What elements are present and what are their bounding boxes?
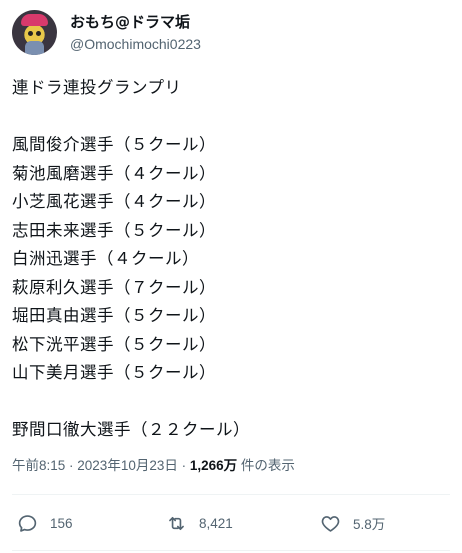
- divider: [12, 494, 450, 495]
- player-line: 志田未来選手（５クール）: [12, 220, 216, 240]
- tweet-time[interactable]: 午前8:15: [12, 458, 65, 473]
- retweet-count: 8,421: [199, 515, 233, 531]
- view-count-suffix[interactable]: 件の表示: [237, 458, 295, 473]
- retweet-button[interactable]: 8,421: [166, 505, 233, 541]
- tweet-title-line: 連ドラ連投グランプリ: [12, 78, 182, 97]
- retweet-icon: [169, 516, 184, 530]
- avatar-eye: [28, 31, 33, 36]
- avatar-cap: [21, 14, 48, 26]
- divider: [12, 550, 450, 551]
- player-line: 白洲迅選手（４クール）: [12, 249, 199, 268]
- player-line: 小芝風花選手（４クール）: [12, 192, 216, 211]
- meta-separator: ·: [177, 458, 190, 473]
- tweet-meta: 午前8:15 · 2023年10月23日 · 1,266万 件の表示: [12, 456, 295, 476]
- meta-separator: ·: [65, 458, 78, 473]
- tweet-header: おもち@ドラマ垢 @Omochimochi0223: [12, 10, 452, 58]
- reply-button[interactable]: 156: [17, 505, 73, 541]
- tweet-text: 連ドラ連投グランプリ 風間俊介選手（５クール） 菊池風磨選手（４クール） 小芝風…: [12, 74, 452, 445]
- heart-icon: [321, 515, 340, 532]
- reply-icon: [18, 514, 37, 532]
- player-line: 山下美月選手（５クール）: [12, 363, 216, 382]
- reply-count: 156: [50, 515, 73, 531]
- like-button[interactable]: 5.8万: [320, 505, 385, 541]
- player-line: 堀田真由選手（５クール）: [12, 306, 216, 325]
- view-count[interactable]: 1,266万: [190, 458, 237, 473]
- avatar-eye: [36, 31, 41, 36]
- player-line: 萩原利久選手（７クール）: [12, 277, 216, 297]
- user-handle[interactable]: @Omochimochi0223: [70, 35, 201, 53]
- display-name[interactable]: おもち@ドラマ垢: [70, 12, 190, 32]
- avatar-body: [25, 41, 44, 55]
- player-line: 菊池風磨選手（４クール）: [12, 163, 216, 183]
- like-count: 5.8万: [353, 517, 386, 532]
- tweet-date[interactable]: 2023年10月23日: [77, 458, 178, 473]
- tweet-actions: 156 8,421 5.8万: [0, 505, 462, 541]
- avatar[interactable]: [12, 10, 57, 55]
- tweet-card: おもち@ドラマ垢 @Omochimochi0223 連ドラ連投グランプリ 風間俊…: [0, 0, 462, 553]
- player-line: 風間俊介選手（５クール）: [12, 135, 216, 154]
- final-player-line: 野間口徹大選手（２２クール）: [12, 420, 250, 439]
- player-line: 松下洸平選手（５クール）: [12, 334, 216, 354]
